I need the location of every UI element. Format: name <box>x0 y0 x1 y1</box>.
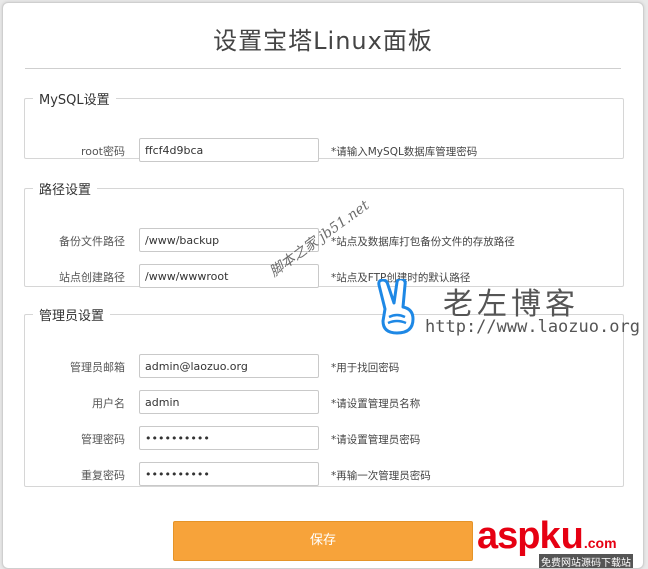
root-password-input[interactable] <box>139 138 319 162</box>
repeat-password-hint: *再输一次管理员密码 <box>331 470 431 482</box>
root-password-row: root密码 *请输入MySQL数据库管理密码 <box>25 138 623 164</box>
path-settings-legend: 路径设置 <box>39 183 92 198</box>
aspku-watermark: aspku.com 免费网站源码下载站 <box>477 515 633 568</box>
laozuo-url: http://www.laozuo.org <box>425 317 640 337</box>
root-password-label: root密码 <box>80 145 125 158</box>
repeat-password-label: 重复密码 <box>81 469 125 482</box>
password-hint: *请设置管理员密码 <box>331 434 421 446</box>
save-button[interactable]: 保存 <box>173 521 473 561</box>
backup-path-label: 备份文件路径 <box>59 235 125 248</box>
password-row: 管理密码 *请设置管理员密码 <box>25 426 623 452</box>
repeat-password-row: 重复密码 *再输一次管理员密码 <box>25 462 623 488</box>
username-input[interactable] <box>139 390 319 414</box>
backup-path-hint: *站点及数据库打包备份文件的存放路径 <box>331 236 515 248</box>
admin-settings-legend: 管理员设置 <box>39 309 105 324</box>
repeat-password-input[interactable] <box>139 462 319 486</box>
admin-email-hint: *用于找回密码 <box>331 362 400 374</box>
aspku-logo-com: .com <box>583 535 617 551</box>
username-row: 用户名 *请设置管理员名称 <box>25 390 623 416</box>
username-hint: *请设置管理员名称 <box>331 398 421 410</box>
mysql-settings-group: MySQL设置 root密码 *请输入MySQL数据库管理密码 <box>24 89 624 162</box>
password-input[interactable] <box>139 426 319 450</box>
title-divider <box>25 68 621 69</box>
username-label: 用户名 <box>92 397 125 410</box>
setup-panel: 设置宝塔Linux面板 MySQL设置 root密码 *请输入MySQL数据库管… <box>2 2 644 569</box>
admin-email-row: 管理员邮箱 *用于找回密码 <box>25 354 623 380</box>
admin-email-input[interactable] <box>139 354 319 378</box>
root-password-hint: *请输入MySQL数据库管理密码 <box>331 146 478 158</box>
mysql-settings-legend: MySQL设置 <box>39 93 110 108</box>
site-path-label: 站点创建路径 <box>59 271 125 284</box>
aspku-logo-ku: ku <box>539 515 584 557</box>
password-label: 管理密码 <box>81 433 125 446</box>
peace-hand-icon <box>377 279 415 335</box>
admin-email-label: 管理员邮箱 <box>70 361 125 374</box>
aspku-logo-asp: asp <box>477 515 540 557</box>
page-title: 设置宝塔Linux面板 <box>213 27 433 55</box>
